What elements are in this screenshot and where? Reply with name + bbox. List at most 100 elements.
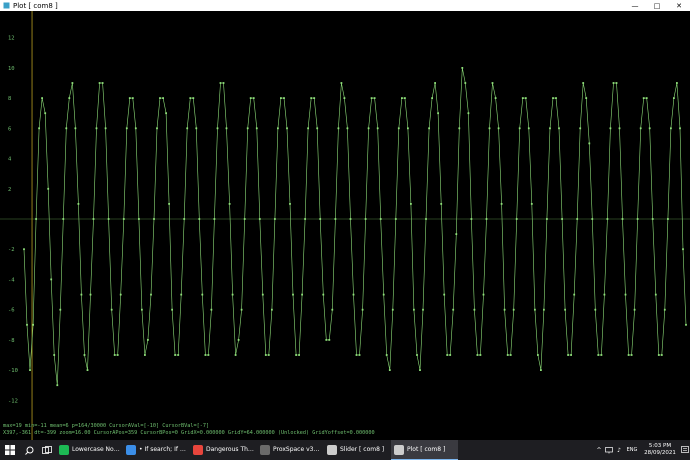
data-point (258, 218, 261, 220)
start-button[interactable] (0, 440, 20, 460)
taskbar-app-0[interactable]: Lowercase Noises -... (56, 440, 123, 460)
taskbar-app-4[interactable]: Slider [ com8 ] (324, 440, 391, 460)
data-point (537, 354, 539, 356)
data-point (388, 369, 391, 371)
data-point (101, 82, 104, 84)
data-point (50, 278, 53, 281)
data-point (503, 308, 506, 311)
maximize-button[interactable]: □ (646, 0, 668, 11)
data-point (485, 218, 488, 220)
data-point (261, 293, 264, 296)
network-icon[interactable] (604, 440, 614, 460)
data-point (639, 127, 642, 130)
y-tick-label: 12 (8, 36, 15, 42)
data-point (567, 354, 569, 356)
search-button[interactable] (20, 440, 38, 460)
data-point (470, 218, 473, 220)
data-point (479, 354, 482, 356)
data-point (174, 354, 176, 356)
data-point (431, 97, 433, 99)
taskbar-app-label: ProxSpace v3.9 - M... (273, 446, 321, 453)
language-indicator[interactable]: ENG (624, 440, 640, 460)
data-point (128, 97, 131, 99)
data-point (113, 354, 116, 356)
data-point (642, 97, 645, 99)
data-point (222, 82, 225, 84)
data-point (627, 354, 630, 356)
data-point (422, 308, 424, 311)
data-point (125, 127, 128, 130)
taskbar-app-icon (327, 444, 337, 455)
minimize-button[interactable]: — (624, 0, 646, 11)
data-point (603, 293, 606, 296)
data-point (274, 218, 276, 220)
data-point (660, 354, 663, 356)
y-tick-label: -6 (8, 308, 15, 314)
data-point (512, 308, 515, 311)
data-point (56, 384, 59, 387)
plot-area[interactable]: 12 10 8 6 4 2 -2 -4 -6 -8 -10 -12 (0, 11, 690, 440)
data-point (455, 233, 458, 235)
taskbar-app-5[interactable]: Plot [ com8 ] (391, 440, 458, 460)
y-tick-label: -4 (8, 277, 15, 283)
taskbar-app-1[interactable]: • If search; If sear... (123, 440, 190, 460)
data-point (228, 203, 231, 205)
data-point (346, 127, 349, 130)
data-point (343, 97, 346, 99)
data-point (74, 127, 77, 130)
data-point (425, 218, 427, 220)
data-point (452, 308, 455, 311)
data-point (540, 369, 542, 371)
data-point (292, 293, 294, 296)
data-point (38, 127, 40, 130)
data-point (509, 354, 512, 356)
data-point (685, 323, 687, 326)
data-point (606, 218, 609, 220)
data-point (319, 218, 322, 220)
y-tick-label: 8 (8, 96, 11, 102)
taskbar-app-icon (193, 444, 203, 455)
data-point (407, 127, 409, 130)
data-point (316, 127, 319, 130)
speaker-icon[interactable]: ♪ (614, 440, 624, 460)
data-point (367, 127, 370, 130)
data-point (328, 339, 331, 341)
data-point (138, 218, 140, 220)
data-point (546, 218, 548, 220)
clock[interactable]: 5:03 PM 28/09/2021 (640, 443, 680, 457)
y-tick-label: 4 (8, 157, 12, 163)
taskbar-app-3[interactable]: ProxSpace v3.9 - M... (257, 440, 324, 460)
clock-date: 28/09/2021 (644, 450, 676, 456)
data-point (159, 97, 161, 99)
data-point (494, 97, 497, 99)
data-point (558, 127, 560, 130)
taskbar-app-label: • If search; If sear... (139, 446, 187, 453)
data-point (210, 308, 213, 311)
clock-time: 5:03 PM (648, 443, 672, 449)
task-view-button[interactable] (38, 440, 56, 460)
data-point (588, 142, 591, 145)
data-point (180, 293, 183, 296)
close-button[interactable]: ✕ (668, 0, 690, 11)
data-point (410, 203, 412, 205)
data-point (461, 67, 464, 69)
data-point (506, 354, 509, 356)
data-point (543, 308, 545, 311)
data-point (621, 218, 624, 220)
taskbar-app-2[interactable]: Dangerous Things ... (190, 440, 257, 460)
tray-chevron-icon[interactable]: ^ (594, 440, 604, 460)
notifications-icon[interactable] (680, 440, 690, 460)
data-point (249, 97, 252, 99)
data-point (219, 82, 222, 84)
data-point (243, 218, 246, 220)
status-line-1: max=19 min=-11 mean=6 p=164/30000 Cursor… (3, 423, 210, 429)
data-point (231, 293, 234, 296)
data-point (77, 203, 80, 205)
data-point (98, 82, 101, 84)
data-point (349, 218, 352, 220)
data-point (624, 293, 627, 296)
data-point (147, 339, 149, 341)
data-point (47, 187, 50, 190)
data-point (467, 112, 470, 115)
data-point (104, 127, 107, 130)
